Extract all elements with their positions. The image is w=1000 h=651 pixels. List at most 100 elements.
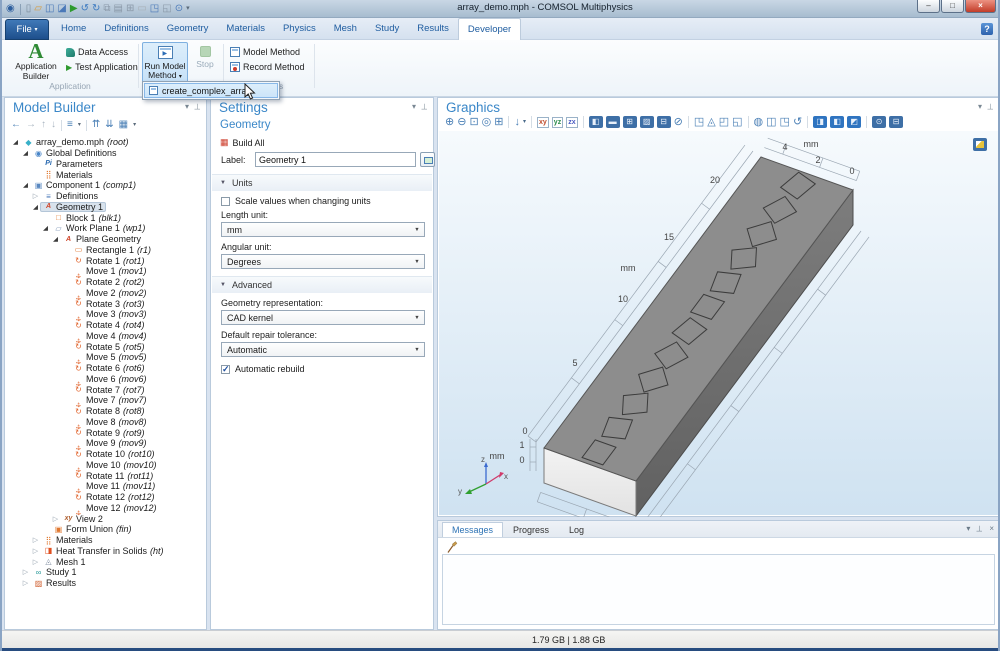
automatic-rebuild-checkbox[interactable]: Automatic rebuild xyxy=(221,364,305,374)
tab-definitions[interactable]: Definitions xyxy=(95,18,157,40)
expand-all-icon[interactable]: ⇊ xyxy=(105,120,113,130)
tree-item-rotate-8[interactable]: ↻Rotate 8(rot8) xyxy=(7,406,204,417)
tree-item-materials[interactable]: ⣿Materials xyxy=(7,169,204,180)
image-snapshot-icon[interactable]: ⊙ xyxy=(872,116,886,128)
tree-item-definitions[interactable]: ▷≡Definitions xyxy=(7,191,204,202)
move-down-icon[interactable]: ↓ xyxy=(51,120,56,130)
expander-icon[interactable]: ◢ xyxy=(51,235,60,243)
select-box-icon[interactable]: ◰ xyxy=(719,117,729,128)
close-button[interactable]: × xyxy=(965,0,996,13)
units-section-header[interactable]: ▼ Units xyxy=(212,174,432,191)
tree-item-rotate-2[interactable]: ↻Rotate 2(rot2) xyxy=(7,277,204,288)
expander-icon[interactable]: ▷ xyxy=(31,558,40,566)
tree-item-global-definitions[interactable]: ◢◉Global Definitions xyxy=(7,148,204,159)
tree-item-block-1[interactable]: □Block 1(blk1) xyxy=(7,212,204,223)
tree-item-rotate-7[interactable]: ↻Rotate 7(rot7) xyxy=(7,384,204,395)
chevron-down-icon[interactable]: ▾ xyxy=(978,102,982,111)
tab-developer[interactable]: Developer xyxy=(458,18,521,40)
zoom-box-icon[interactable]: ⊞ xyxy=(494,117,503,128)
show-grid-icon[interactable]: ⊞ xyxy=(623,116,637,128)
repair-tolerance-select[interactable]: Automatic▼ xyxy=(221,342,425,357)
deselect-box-icon[interactable]: ◱ xyxy=(732,117,742,128)
go-to-default-view-icon[interactable]: ↓ xyxy=(514,117,520,128)
graphics-canvas[interactable]: 05101520mm420mm10mmzxy xyxy=(439,131,998,515)
view-back-icon[interactable]: ◧ xyxy=(830,116,844,128)
tree-item-component-1[interactable]: ◢▣Component 1(comp1) xyxy=(7,180,204,191)
zoom-out-icon[interactable]: ⊖ xyxy=(457,117,466,128)
tab-log[interactable]: Log xyxy=(559,522,594,537)
tree-item-move-9[interactable]: ↔↕Move 9(mov9) xyxy=(7,438,204,449)
tree-item-move-8[interactable]: ↔↕Move 8(mov8) xyxy=(7,417,204,428)
label-input[interactable] xyxy=(255,152,416,167)
transparency-icon[interactable]: ◍ xyxy=(754,117,764,128)
pin-icon[interactable]: ⊢ xyxy=(986,103,995,110)
scale-values-checkbox[interactable]: Scale values when changing units xyxy=(221,196,371,206)
tree-item-rotate-3[interactable]: ↻Rotate 3(rot3) xyxy=(7,298,204,309)
record-method-button[interactable]: Record Method xyxy=(230,62,305,72)
tab-messages[interactable]: Messages xyxy=(442,522,503,537)
geometry-representation-select[interactable]: CAD kernel▼ xyxy=(221,310,425,325)
tab-study[interactable]: Study xyxy=(366,18,408,40)
tree-item-move-6[interactable]: ↔↕Move 6(mov6) xyxy=(7,374,204,385)
view-iso-icon[interactable]: ◩ xyxy=(847,116,861,128)
environment-reflections-icon[interactable]: ▬ xyxy=(606,116,620,128)
tree-item-mesh-1[interactable]: ▷◬Mesh 1 xyxy=(7,556,204,567)
scene-snapshot-icon[interactable]: ◳ xyxy=(694,117,704,128)
tree-item-form-union[interactable]: ▣Form Union(fin) xyxy=(7,524,204,535)
tree-item-move-2[interactable]: ↔↕Move 2(mov2) xyxy=(7,288,204,299)
tree-item-move-3[interactable]: ↔↕Move 3(mov3) xyxy=(7,309,204,320)
tree-item-geometry-1[interactable]: ◢AGeometry 1 xyxy=(7,202,204,213)
model-method-button[interactable]: Model Method xyxy=(230,47,300,57)
go-to-node-icon[interactable]: ▦ xyxy=(119,120,128,130)
build-all-button[interactable]: ▦ Build All xyxy=(220,137,265,148)
tree-item-move-5[interactable]: ↔↕Move 5(mov5) xyxy=(7,352,204,363)
caret-icon[interactable]: ▾ xyxy=(523,117,526,128)
tree-item-move-10[interactable]: ↔↕Move 10(mov10) xyxy=(7,460,204,471)
chevron-down-icon[interactable]: ▾ xyxy=(966,524,970,533)
tree-item-rotate-5[interactable]: ↻Rotate 5(rot5) xyxy=(7,341,204,352)
plot-in-new-window-icon[interactable]: ◳ xyxy=(780,117,790,128)
tree-item-parameters[interactable]: PiParameters xyxy=(7,159,204,170)
data-access-button[interactable]: Data Access xyxy=(66,47,128,57)
zoom-to-selection-icon[interactable]: ◎ xyxy=(482,117,492,128)
view-front-icon[interactable]: ◨ xyxy=(813,116,827,128)
tree-item-rotate-4[interactable]: ↻Rotate 4(rot4) xyxy=(7,320,204,331)
tab-mesh[interactable]: Mesh xyxy=(325,18,366,40)
expander-icon[interactable]: ▷ xyxy=(21,568,30,576)
tree-item-materials[interactable]: ▷⣿Materials xyxy=(7,535,204,546)
zoom-in-icon[interactable]: ⊕ xyxy=(445,117,454,128)
zoom-extents-icon[interactable]: ⊡ xyxy=(469,117,478,128)
animation-export-icon[interactable]: ◬ xyxy=(707,117,715,128)
tree-item-move-7[interactable]: ↔↕Move 7(mov7) xyxy=(7,395,204,406)
pin-icon[interactable]: ⊢ xyxy=(193,103,202,110)
advanced-section-header[interactable]: ▼ Advanced xyxy=(212,276,432,293)
view-xy-icon[interactable]: xy xyxy=(537,117,549,128)
tree-item-rotate-9[interactable]: ↻Rotate 9(rot9) xyxy=(7,427,204,438)
tree-item-rotate-11[interactable]: ↻Rotate 11(rot11) xyxy=(7,470,204,481)
expander-icon[interactable]: ◢ xyxy=(11,138,20,146)
move-up-icon[interactable]: ↑ xyxy=(41,120,46,130)
tab-materials[interactable]: Materials xyxy=(217,18,274,40)
label-action-button[interactable] xyxy=(420,152,435,167)
view-yz-icon[interactable]: yz xyxy=(552,117,563,128)
run-model-method-button[interactable]: Run Model Method ▾ xyxy=(142,42,188,84)
reset-hiding-icon[interactable]: ↺ xyxy=(793,117,802,128)
plot-window-icon[interactable]: ◫ xyxy=(766,117,776,128)
collapse-all-icon[interactable]: ⇈ xyxy=(92,120,100,130)
expander-icon[interactable]: ◢ xyxy=(21,181,30,189)
tree-item-rotate-6[interactable]: ↻Rotate 6(rot6) xyxy=(7,363,204,374)
application-builder-button[interactable]: A Application Builder xyxy=(10,42,62,81)
pin-icon[interactable]: ⊢ xyxy=(975,525,984,532)
tree-item-rotate-10[interactable]: ↻Rotate 10(rot10) xyxy=(7,449,204,460)
expander-icon[interactable]: ▷ xyxy=(51,515,60,523)
tree-item-work-plane-1[interactable]: ◢▱Work Plane 1(wp1) xyxy=(7,223,204,234)
expander-icon[interactable]: ▷ xyxy=(31,192,40,200)
scene-light-icon[interactable]: ◧ xyxy=(589,116,603,128)
tree-item-array-demo-mph[interactable]: ◢◆array_demo.mph(root) xyxy=(7,137,204,148)
tree-item-rotate-12[interactable]: ↻Rotate 12(rot12) xyxy=(7,492,204,503)
view-zx-icon[interactable]: zx xyxy=(566,117,577,128)
hide-bounding-box-icon[interactable]: ⊟ xyxy=(657,116,671,128)
expander-icon[interactable]: ◢ xyxy=(41,224,50,232)
wireframe-rendering-icon[interactable]: ⊘ xyxy=(674,117,683,128)
expander-icon[interactable]: ◢ xyxy=(31,203,40,211)
